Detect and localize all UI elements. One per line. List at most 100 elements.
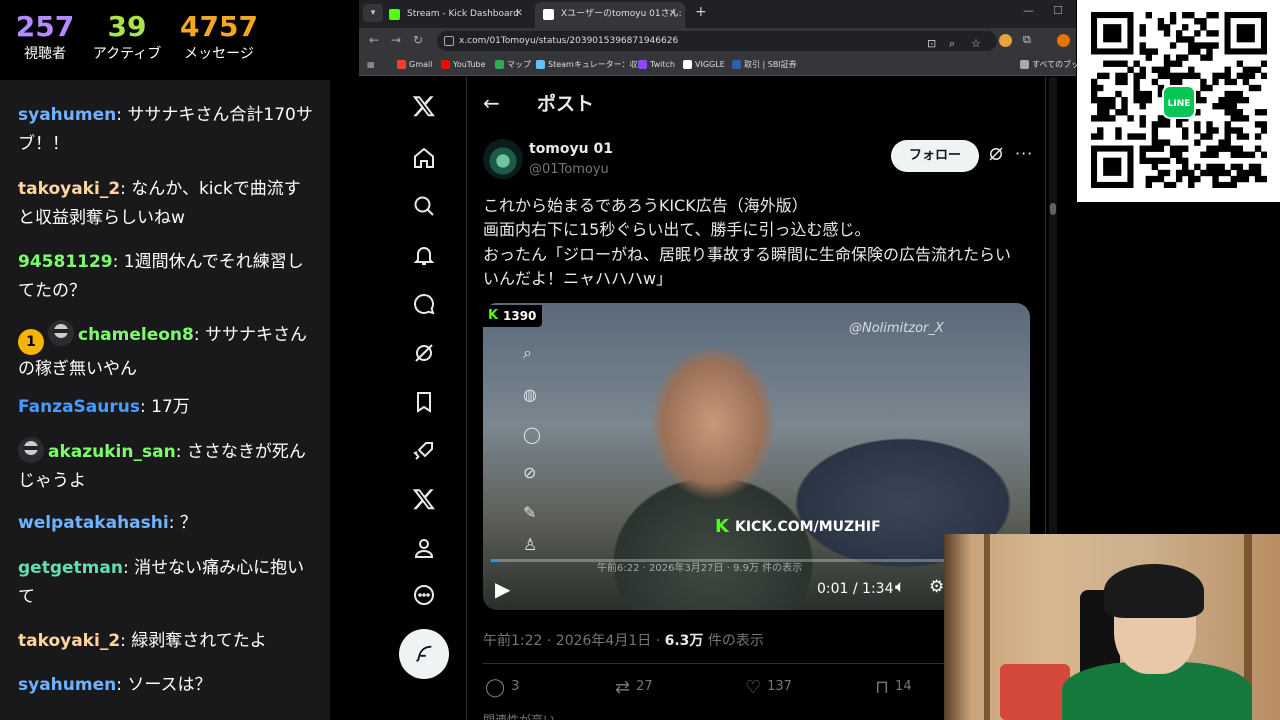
tab-search-button[interactable]: ▾ [363,4,383,22]
video-time: 0:01 / 1:34 [817,581,894,597]
bookmarks-icon[interactable] [409,387,439,417]
video-watermark: @Nolimitzor_X [849,321,944,336]
active-count-label: アクティブ [92,46,162,62]
chat-username[interactable]: takoyaki_2 [18,179,120,199]
x-sidebar-nav [393,77,457,720]
chat-username[interactable]: 94581129 [18,252,113,272]
profile-avatar[interactable] [1057,34,1070,47]
back-icon[interactable]: ← [369,33,379,47]
new-tab-button[interactable]: + [695,4,707,20]
bookmark-sbi[interactable]: 取引 | SBI証券 [732,58,797,71]
embedded-search-icon: ⌕ [523,343,532,362]
post-view-count: 6.3万 [664,633,704,649]
scrollbar-thumb[interactable] [1050,203,1056,215]
post-more-icon[interactable]: ··· [1015,144,1033,163]
like-count: 137 [767,679,792,694]
chat-username[interactable]: welpatakahashi [18,513,169,533]
embedded-bell-icon: ◍ [523,385,537,404]
author-avatar[interactable] [483,139,523,179]
post-text-line: 画面内右下に15秒ぐらい出て、勝手に引っ込む感じ。 [483,220,871,239]
kick-favicon-icon [389,9,400,20]
install-app-icon[interactable]: ⊡ [927,34,936,54]
bookmarks-bar: ▦ Gmail YouTube マップ Steamキュレーター：収... Twi… [359,54,1095,76]
url-text: x.com/01Tomoyu/status/203901539687194662… [459,36,679,46]
apps-grid-icon[interactable]: ▦ [367,58,375,71]
chat-panel: syahumen: ササナキさん合計170サブ！！ takoyaki_2: なん… [0,80,330,720]
post-timestamp[interactable]: 午前1:22 · 2026年4月1日 · [483,633,665,649]
play-icon[interactable]: ▶ [495,577,510,601]
post-text-line: いんだよ！ニャハハハw」 [483,269,673,288]
chat-message: FanzaSaurus: 17万 [18,397,190,417]
chat-username[interactable]: chameleon8 [78,325,194,345]
follow-button[interactable]: フォロー [891,140,979,172]
post-text-line: これから始まるであろうKICK広告（海外版） [483,196,808,215]
post-text-line: おったん「ジローがね、居眠り事故する瞬間に生命保険の広告流れたらい [483,245,1012,264]
reply-button[interactable]: ◯ 3 [485,677,519,698]
notifications-bell-icon[interactable] [409,240,439,270]
chat-message: welpatakahashi: ？ [18,513,197,533]
chat-message: syahumen: ササナキさん合計170サブ！！ [18,105,313,154]
repost-button[interactable]: ⇄ 27 [615,677,653,698]
chat-username[interactable]: syahumen [18,675,116,695]
forward-icon[interactable]: → [391,33,401,47]
tab-close-icon[interactable]: ✕ [515,2,523,26]
profile-icon[interactable] [409,533,439,563]
extension-icon[interactable] [999,34,1012,47]
ninja-badge-icon [18,437,44,463]
zoom-icon[interactable]: ⌕ [949,34,955,54]
reply-count: 3 [511,679,520,694]
video-progress-bar[interactable] [491,559,1022,562]
extensions-puzzle-icon[interactable]: ⧉ [1023,33,1031,47]
minimize-icon[interactable]: — [1023,4,1034,17]
bookmark-maps[interactable]: マップ [495,58,531,71]
bookmark-twitch[interactable]: Twitch [638,58,675,71]
video-kick-overlay: KICK.COM/MUZHIF [715,516,881,537]
mute-icon[interactable]: 🔈︎ [895,577,905,597]
site-info-icon[interactable] [444,36,454,46]
address-bar[interactable]: x.com/01Tomoyu/status/203901539687194662… [437,31,997,51]
home-icon[interactable] [409,143,439,173]
back-arrow-icon[interactable]: ← [483,91,500,115]
background-items [1000,664,1070,720]
messages-icon[interactable] [409,289,439,319]
chat-text: ？ [179,513,197,533]
viewer-count: 257 視聴者 [14,10,76,64]
tab-x-post[interactable]: Xユーザーのtomoyu 01さん: 「これか ✕ [535,2,685,28]
related-heading[interactable]: 関連性が高い [483,711,555,720]
premium-x-icon[interactable] [409,484,439,514]
tab-close-icon[interactable]: ✕ [669,2,677,26]
active-count: 39 アクティブ [82,10,172,64]
settings-gear-icon[interactable]: ⚙ [929,577,944,597]
x-logo-icon[interactable] [409,91,439,121]
more-options-icon[interactable] [409,580,439,610]
bookmark-star-icon[interactable]: ☆ [971,34,981,54]
chat-username[interactable]: takoyaki_2 [18,631,120,651]
author-handle[interactable]: @01Tomoyu [529,162,609,177]
embedded-message-icon: ◯ [523,425,541,444]
reload-icon[interactable]: ↻ [413,33,423,47]
chat-text: ソースは？ [127,675,212,695]
chat-username[interactable]: FanzaSaurus [18,397,140,417]
browser-toolbar: ← → ↻ x.com/01Tomoyu/status/203901539687… [359,28,1076,54]
tab-kick-dashboard[interactable]: Stream - Kick Dashboard ✕ [381,2,531,28]
like-button[interactable]: ♡ 137 [745,677,792,698]
maximize-icon[interactable]: ☐ [1053,4,1063,17]
bookmark-viggle[interactable]: VIGGLE [683,58,725,71]
chat-username[interactable]: akazukin_san [48,442,176,462]
search-icon[interactable] [409,191,439,221]
bookmark-icon: ⊓ [875,677,890,698]
author-name[interactable]: tomoyu 01 [529,141,613,157]
compose-post-button[interactable] [399,629,449,679]
grok-icon[interactable] [409,338,439,368]
line-logo-icon: LINE [1162,85,1196,119]
chat-username[interactable]: syahumen [18,105,116,125]
bookmark-steam[interactable]: Steamキュレーター：収... [536,58,645,71]
chat-username[interactable]: getgetman [18,558,123,578]
tab-title: Stream - Kick Dashboard [407,9,519,19]
rocket-icon[interactable] [409,436,439,466]
bookmark-gmail[interactable]: Gmail [397,58,432,71]
embedded-grok-icon: ⊘ [523,463,537,482]
bookmark-youtube[interactable]: YouTube [441,58,486,71]
bookmark-button[interactable]: ⊓ 14 [875,677,912,698]
grok-explain-icon[interactable] [987,145,1005,167]
